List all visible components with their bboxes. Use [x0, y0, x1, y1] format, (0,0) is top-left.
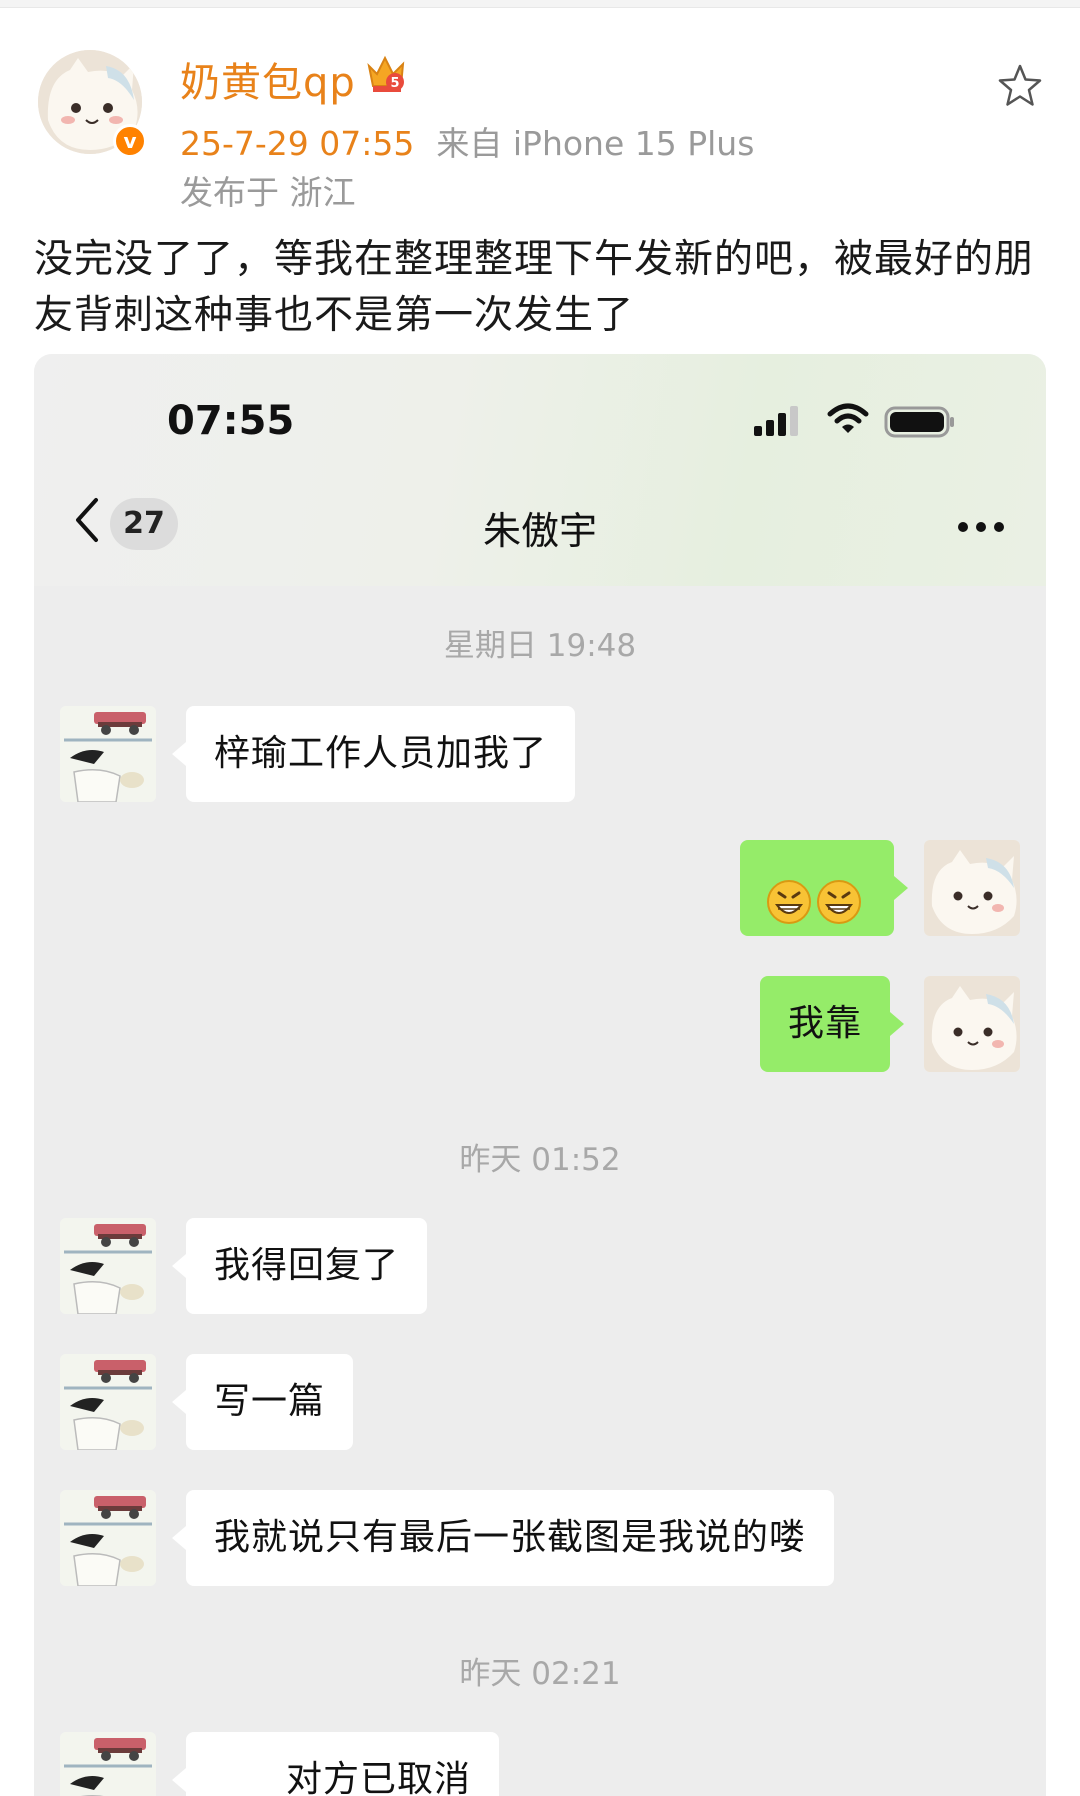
wifi-icon [826, 402, 870, 440]
message-bubble-received[interactable]: 我就说只有最后一张截图是我说的喽 [171, 1490, 835, 1586]
chat-timestamp: 昨天 01:52 [459, 1142, 621, 1178]
contact-avatar[interactable] [60, 1490, 156, 1586]
message-bubble-received[interactable]: 梓瑜工作人员加我了 [171, 706, 576, 802]
post-meta: 25-7-29 07:55 来自 iPhone 15 Plus [180, 117, 754, 165]
top-divider [0, 0, 1080, 8]
crown-badge-icon[interactable]: 5 [365, 52, 411, 96]
contact-avatar[interactable] [60, 1732, 156, 1796]
post-source: 来自 iPhone 15 Plus [436, 124, 755, 163]
call-status-text: 对方已取消 [286, 1759, 472, 1796]
contact-avatar[interactable] [60, 1218, 156, 1314]
post-body: 没完没了了，等我在整理整理下午发新的吧，被最好的朋友背刺这种事也不是第一次发生了 [34, 237, 1035, 338]
message-bubble-sent[interactable] [740, 840, 908, 936]
svg-text:5: 5 [390, 76, 399, 91]
chat-header: 07:55 27 朱傲宇 [34, 354, 1046, 586]
message-bubble-sent[interactable]: 我靠 [760, 976, 905, 1072]
chat-screenshot-image[interactable]: 07:55 27 朱傲宇 星期日 19:48 梓瑜工作人员加我了 我靠 昨天 0… [34, 354, 1046, 1796]
status-bar-time: 07:55 [167, 398, 295, 444]
author-avatar[interactable]: v [38, 50, 148, 160]
more-options-icon[interactable] [956, 518, 1006, 532]
chat-timestamp: 昨天 02:21 [459, 1656, 621, 1692]
grin-emoji-icon [766, 866, 812, 924]
message-bubble-received[interactable]: 写一篇 [171, 1354, 354, 1450]
contact-avatar[interactable] [60, 1354, 156, 1450]
grin-emoji-icon [816, 866, 862, 924]
battery-icon [884, 406, 956, 442]
self-avatar[interactable] [924, 840, 1020, 936]
signal-icon [752, 404, 808, 440]
chat-title: 朱傲宇 [482, 509, 597, 553]
self-avatar[interactable] [924, 976, 1020, 1072]
message-bubble-received[interactable]: 我得回复了 [171, 1218, 428, 1314]
contact-avatar[interactable] [60, 706, 156, 802]
author-name[interactable]: 奶黄包qp [180, 50, 356, 108]
verified-badge-icon: v [113, 124, 147, 158]
chat-timestamp: 星期日 19:48 [443, 628, 637, 664]
phone-call-icon [214, 1767, 264, 1795]
post-time: 25-7-29 07:55 [180, 124, 415, 163]
star-icon[interactable] [996, 62, 1044, 110]
call-record-bubble[interactable]: 对方已取消 [171, 1732, 500, 1796]
post-location: 发布于 浙江 [180, 173, 356, 212]
